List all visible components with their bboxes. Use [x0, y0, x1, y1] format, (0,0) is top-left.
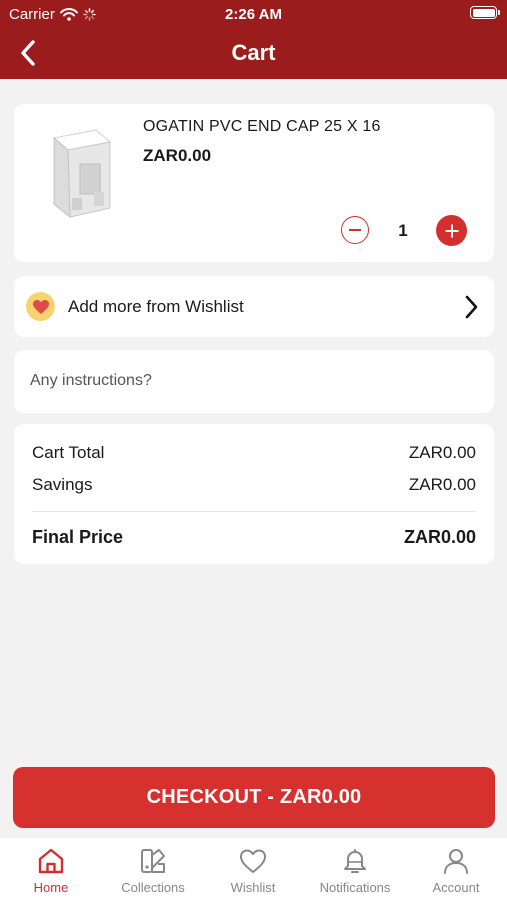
checkout-button[interactable]: CHECKOUT - ZAR0.00	[13, 767, 495, 828]
savings-value: ZAR0.00	[408, 475, 476, 494]
tab-account[interactable]: Account	[406, 846, 506, 895]
status-bar: Carrier 2:26 AM	[0, 0, 507, 28]
minus-icon	[349, 229, 361, 231]
decrease-quantity-button[interactable]	[341, 216, 369, 244]
instructions-input[interactable]	[30, 368, 470, 394]
home-icon	[38, 848, 64, 874]
heart-icon	[26, 292, 55, 321]
app-header: Carrier 2:26 AM Cart	[0, 0, 507, 79]
final-price-value: ZAR0.00	[403, 527, 476, 547]
tab-home-label: Home	[33, 880, 69, 895]
bottom-tab-bar: Home Collections Wishlist Notifications …	[0, 838, 507, 900]
wishlist-row-label: Add more from Wishlist	[68, 297, 244, 316]
divider	[32, 511, 476, 512]
status-time: 2:26 AM	[225, 6, 282, 23]
battery-icon	[470, 6, 500, 19]
tab-collections-label: Collections	[121, 880, 185, 895]
tab-account-label: Account	[432, 880, 480, 895]
price-summary-card: Cart Total ZAR0.00 Savings ZAR0.00 Final…	[14, 424, 494, 564]
increase-quantity-button[interactable]	[436, 215, 467, 246]
tab-collections[interactable]: Collections	[103, 846, 203, 895]
cart-total-value: ZAR0.00	[408, 443, 476, 462]
instructions-card	[14, 350, 494, 413]
nav-bar: Cart	[0, 28, 507, 79]
user-icon	[444, 849, 468, 874]
tab-wishlist[interactable]: Wishlist	[203, 846, 303, 895]
product-image	[52, 129, 112, 219]
product-price: ZAR0.00	[143, 146, 212, 165]
page-title: Cart	[231, 40, 276, 65]
final-price-label: Final Price	[32, 527, 124, 547]
savings-row: Savings ZAR0.00	[32, 475, 476, 495]
cart-total-row: Cart Total ZAR0.00	[32, 443, 476, 463]
cart-item-card: OGATIN PVC END CAP 25 X 16 ZAR0.00 1	[14, 104, 494, 262]
product-name[interactable]: OGATIN PVC END CAP 25 X 16	[143, 118, 381, 136]
savings-label: Savings	[32, 475, 93, 494]
collections-icon	[141, 849, 165, 873]
quantity-value: 1	[398, 221, 408, 240]
cart-total-label: Cart Total	[32, 443, 105, 462]
heart-icon	[240, 849, 266, 873]
tab-notifications-label: Notifications	[319, 880, 391, 895]
add-from-wishlist-row[interactable]: Add more from Wishlist	[14, 276, 494, 337]
tab-home[interactable]: Home	[1, 846, 101, 895]
bell-icon	[344, 849, 366, 873]
final-price-row: Final Price ZAR0.00	[32, 527, 476, 548]
tab-notifications[interactable]: Notifications	[305, 846, 405, 895]
chevron-right-icon	[465, 295, 478, 319]
tab-wishlist-label: Wishlist	[230, 880, 276, 895]
